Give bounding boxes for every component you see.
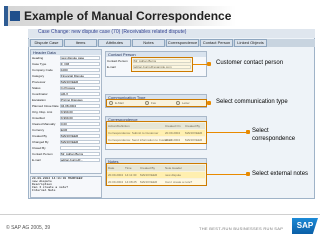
footer-copyright: © SAP AG 2005, 39 [6, 225, 51, 231]
row-label: Case Type [32, 62, 47, 66]
footer-tagline: THE BEST-RUN BUSINESSES RUN SAP [199, 226, 284, 231]
tab-correspondence[interactable]: Correspondence [166, 39, 199, 47]
row-value[interactable]: In Process [60, 86, 100, 90]
row-label: Contact Person [32, 152, 53, 156]
communication-type-callout-dot [207, 101, 211, 105]
row-label: Planned Close Date [32, 104, 59, 108]
tab-notes[interactable]: Notes [132, 39, 165, 47]
row-label: Heading [32, 56, 44, 60]
row-label: Unsettled [32, 116, 45, 120]
row-value[interactable]: Financial Dispute [60, 74, 100, 78]
row-value[interactable]: Pricing Disputes [60, 98, 100, 102]
row-value[interactable]: MANOVEER [60, 140, 100, 144]
correspondence-callout-text: Select correspondence [252, 128, 296, 142]
row-label: Orig. Disp. Amt [32, 110, 53, 114]
row-label: Created By [32, 134, 48, 138]
notes-callout-box [106, 163, 207, 186]
notes-text-line: Internal Note [32, 189, 56, 192]
correspondence-callout-dot [246, 130, 250, 134]
row-value[interactable]: 9,999.00 [60, 116, 100, 120]
notes-callout-text: Select external notes [252, 171, 309, 177]
notes-callout-line [207, 174, 247, 175]
notes-callout-dot [246, 172, 250, 176]
screenshot-title: Case Change: new dispute case (70) (Rece… [38, 29, 187, 35]
row-label: Status [32, 86, 41, 90]
header-row: E-mail adrian.burns@... [32, 158, 100, 164]
row-label: Category [32, 74, 45, 78]
contact-person-callout-text: Customer contact person [216, 60, 284, 66]
correspondence-callout-box [106, 121, 207, 144]
tab-contact-person[interactable]: Contact Person [200, 39, 233, 47]
contact-person-callout-box [131, 57, 193, 72]
header-data-list: Heading new dispute case Case Type F_DM … [32, 56, 100, 164]
communication-type-callout-box [106, 99, 207, 107]
communication-type-callout-text: Select communication type [216, 99, 288, 105]
row-label: Coordinator [32, 92, 48, 96]
row-value[interactable]: AR-X [60, 92, 100, 96]
contact-person-label: Contact Person [107, 59, 128, 63]
row-label: E-mail [32, 158, 41, 162]
row-value[interactable]: MANOVEER [60, 80, 100, 84]
row-value[interactable] [60, 146, 100, 150]
row-label: Closed By [32, 146, 46, 150]
row-value[interactable]: adrian.burns@... [60, 158, 100, 162]
row-value[interactable]: MANOVEER [60, 134, 100, 138]
row-label: Company Code [32, 68, 53, 72]
row-value[interactable]: Mr. Adrian Burns [60, 152, 100, 156]
correspondence-callout-line [207, 132, 247, 133]
row-value[interactable]: new dispute case [60, 56, 100, 60]
row-value[interactable]: 9,999.00 [60, 110, 100, 114]
slide-title: Example of Manual Correspondence [24, 9, 232, 23]
row-label: Escalation [32, 98, 46, 102]
contact-person-callout-dot [207, 62, 211, 66]
row-value[interactable]: 04.08.2004 [60, 104, 100, 108]
tab-dispute-case[interactable]: Dispute Case [30, 39, 63, 47]
tab-attributes[interactable]: Attributes [98, 39, 131, 47]
footer-rule [0, 214, 320, 215]
row-label: Currency [32, 128, 45, 132]
row-label: Cleared Manually [32, 122, 56, 126]
email-label: E-mail [107, 65, 116, 69]
row-label: Processor [32, 80, 46, 84]
row-value[interactable]: EUR [60, 128, 100, 132]
row-value[interactable]: 0.00 [60, 122, 100, 126]
row-value[interactable]: F_DM [60, 62, 100, 66]
tab-items[interactable]: Items [64, 39, 97, 47]
header-data-title: Header Data [31, 50, 101, 55]
tab-linked-objects[interactable]: Linked Objects [234, 39, 267, 47]
row-value[interactable]: 1000 [60, 68, 100, 72]
row-label: Changed By [32, 140, 49, 144]
sap-logo-icon: SAP [292, 218, 318, 234]
slide-title-icon [10, 11, 20, 21]
notes-text: 20.09.2004 14:11:30 MANOVEER new dispute… [32, 177, 100, 192]
